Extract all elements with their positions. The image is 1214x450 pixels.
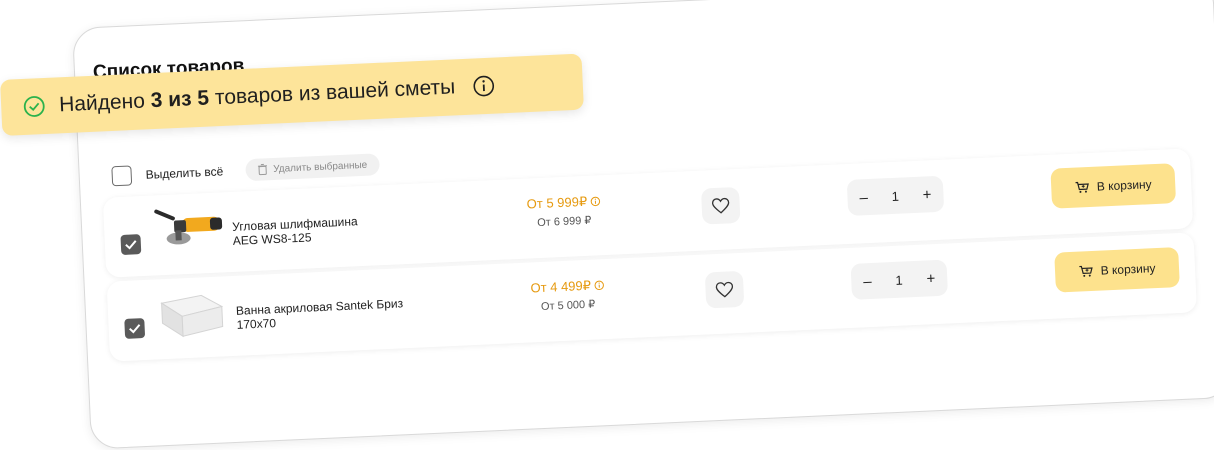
quantity-value: 1 [895,272,903,287]
product-name[interactable]: Ванна акриловая Santek Бриз 170x70 [236,295,437,332]
item-checkbox[interactable] [124,318,145,339]
price-block: От 5 999₽ От 6 999 ₽ [503,192,624,230]
delete-selected-button[interactable]: Удалить выбранные [245,153,380,181]
checkmark-icon [125,239,137,250]
increment-button[interactable]: + [926,270,936,287]
add-to-cart-label: В корзину [1100,261,1155,277]
add-to-cart-label: В корзину [1097,177,1152,193]
checkmark-icon [128,323,140,334]
match-summary-text: Найдено 3 из 5 товаров из вашей сметы [59,75,456,117]
product-list-card: Список товаров Выделить всё Удалить выбр… [72,0,1214,450]
decrement-button[interactable]: – [859,189,868,206]
delete-selected-label: Удалить выбранные [273,159,368,174]
check-circle-icon [23,95,46,118]
cart-icon [1078,265,1093,278]
price-block: От 4 499₽ От 5 000 ₽ [507,276,628,314]
current-price: От 4 499₽ [507,276,628,297]
product-name[interactable]: Угловая шлифмашина AEG WS8-125 [232,211,433,248]
found-count: 3 из 5 [150,87,209,113]
add-to-cart-button[interactable]: В корзину [1050,163,1176,209]
cart-icon [1075,181,1090,194]
old-price: От 6 999 ₽ [504,212,624,230]
item-checkbox[interactable] [120,234,141,255]
add-to-cart-button[interactable]: В корзину [1054,247,1180,293]
current-price: От 5 999₽ [503,192,624,213]
info-icon[interactable] [590,196,600,206]
info-icon[interactable] [594,280,604,290]
selection-bar: Выделить всё Удалить выбранные [111,153,379,187]
current-price-value: От 4 499₽ [530,278,591,297]
heart-icon [715,281,734,298]
increment-button[interactable]: + [922,186,932,203]
quantity-stepper: – 1 + [847,176,945,216]
select-all-label: Выделить всё [145,164,223,182]
select-all-checkbox[interactable] [111,165,132,186]
heart-icon [711,197,730,214]
banner-suffix: товаров из вашей сметы [214,75,455,109]
decrement-button[interactable]: – [863,272,872,289]
product-image-angle-grinder[interactable] [151,200,226,261]
old-price: От 5 000 ₽ [508,296,628,314]
banner-prefix: Найдено [59,89,146,116]
current-price-value: От 5 999₽ [526,194,587,213]
quantity-stepper: – 1 + [851,260,949,300]
product-image-bathtub[interactable] [155,284,230,345]
info-icon[interactable] [473,75,496,98]
trash-icon [257,163,268,175]
favorite-button[interactable] [705,271,745,309]
quantity-value: 1 [891,188,899,203]
favorite-button[interactable] [701,187,741,225]
